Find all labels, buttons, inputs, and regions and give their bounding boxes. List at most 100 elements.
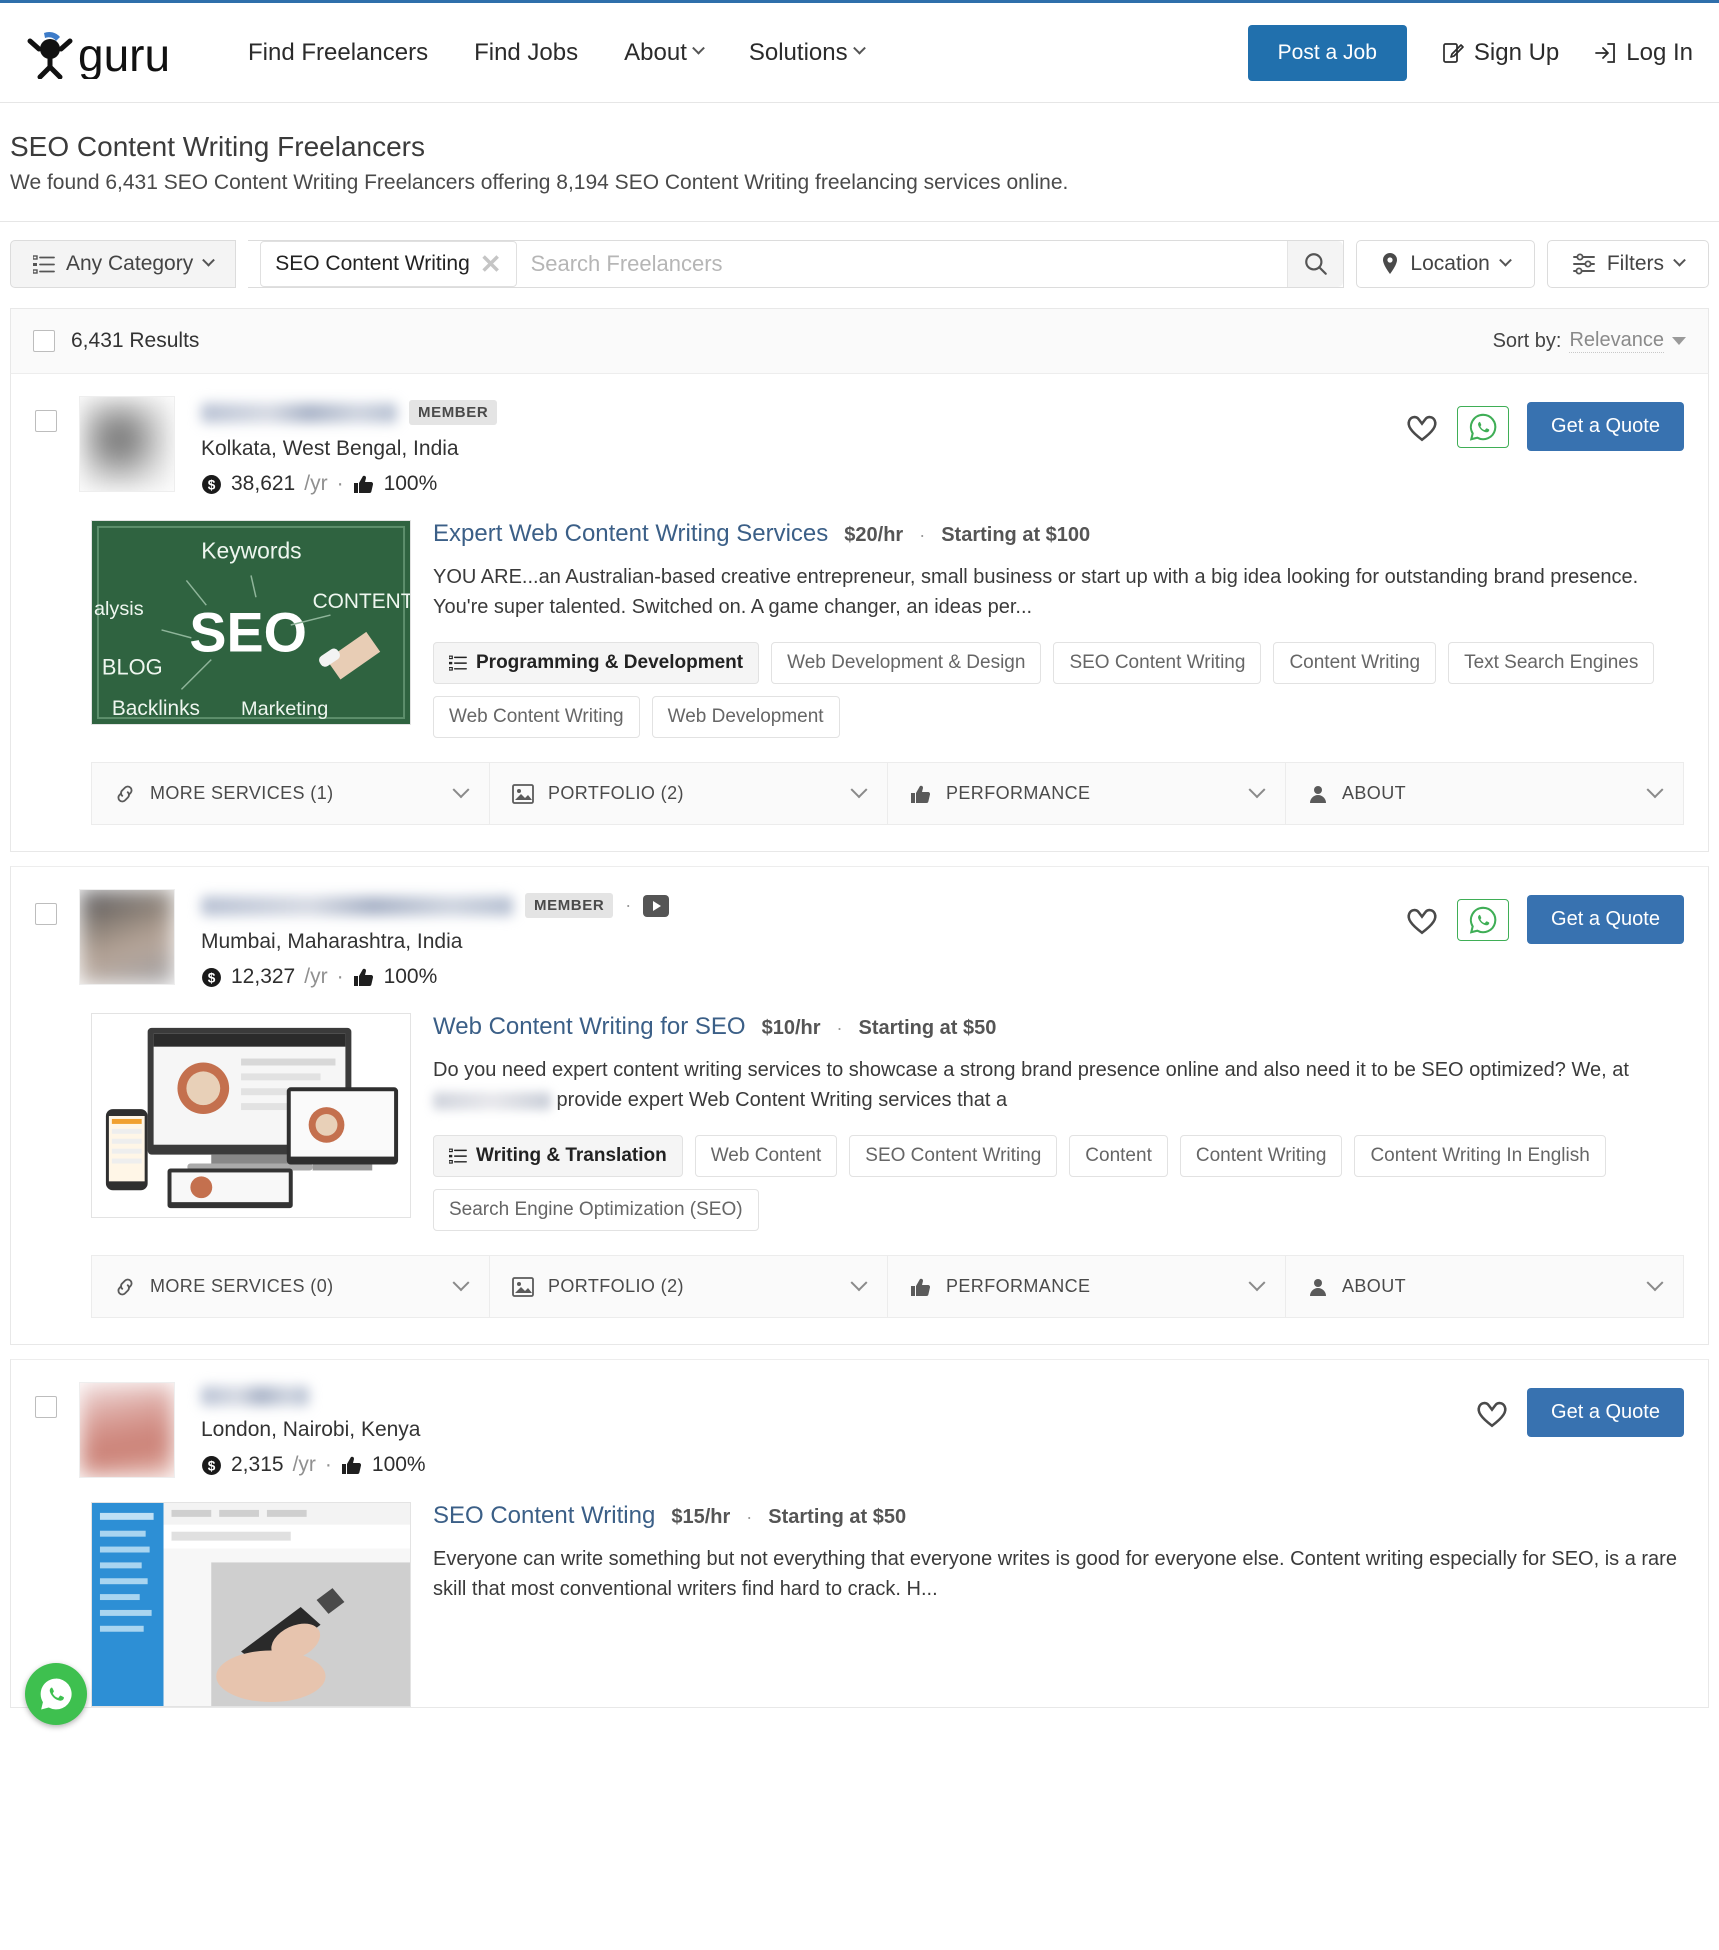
pencil-icon <box>1443 42 1464 63</box>
sort-by-dropdown[interactable]: Sort by: Relevance <box>1493 329 1686 353</box>
accordion-more-services[interactable]: MORE SERVICES (0) <box>92 1256 490 1317</box>
tag[interactable]: Content Writing <box>1273 642 1437 684</box>
accordion-portfolio[interactable]: PORTFOLIO (2) <box>490 763 888 824</box>
tag[interactable]: Content Writing In English <box>1354 1135 1606 1177</box>
service-description: Do you need expert content writing servi… <box>433 1055 1684 1115</box>
freelancer-select-checkbox[interactable] <box>35 1396 57 1418</box>
accordion-label: PERFORMANCE <box>946 783 1091 803</box>
favorite-heart-icon[interactable] <box>1405 904 1439 936</box>
tag-primary-category[interactable]: Programming & Development <box>433 642 760 684</box>
svg-text:$: $ <box>208 970 216 985</box>
list-icon <box>33 255 55 274</box>
accordion-label: PORTFOLIO (2) <box>548 1276 684 1296</box>
sign-up-link[interactable]: Sign Up <box>1441 39 1559 67</box>
tag[interactable]: SEO Content Writing <box>1053 642 1262 684</box>
selected-keyword-chip[interactable]: SEO Content Writing ✕ <box>260 241 517 287</box>
avatar-image <box>80 397 174 491</box>
nav-item-find-freelancers[interactable]: Find Freelancers <box>248 39 428 67</box>
freelancer-card: MEMBER Kolkata, West Bengal, India $ 38,… <box>10 373 1709 852</box>
freelancer-name-blurred[interactable] <box>201 1386 309 1406</box>
freelancer-identity: MEMBER · Mumbai, Maharashtra, India $ 12… <box>201 889 670 989</box>
nav-item-about[interactable]: About <box>624 39 705 67</box>
freelancer-header: MEMBER · Mumbai, Maharashtra, India $ 12… <box>35 889 1684 989</box>
service-thumbnail[interactable] <box>91 1013 411 1218</box>
search-input[interactable] <box>516 251 1288 277</box>
card-accordion: MORE SERVICES (1) PORTFOLIO (2) PERFORMA… <box>91 762 1684 825</box>
service-title-row: Web Content Writing for SEO $10/hr · Sta… <box>433 1013 1684 1041</box>
tag[interactable]: Content <box>1069 1135 1168 1177</box>
category-dropdown[interactable]: Any Category <box>10 240 237 288</box>
card-accordion: MORE SERVICES (0) PORTFOLIO (2) PERFORMA… <box>91 1255 1684 1318</box>
tag[interactable]: Content Writing <box>1179 1135 1343 1177</box>
get-a-quote-button[interactable]: Get a Quote <box>1527 1388 1684 1437</box>
search-submit-button[interactable] <box>1287 241 1344 287</box>
service-title[interactable]: SEO Content Writing <box>433 1502 655 1530</box>
header-actions: Post a Job Sign Up Log In <box>1247 24 1693 81</box>
tag[interactable]: Text Search Engines <box>1448 642 1655 684</box>
tag[interactable]: Web Content Writing <box>433 696 640 738</box>
service-title[interactable]: Web Content Writing for SEO <box>433 1013 746 1041</box>
close-icon[interactable]: ✕ <box>480 251 502 277</box>
service-listing: Keywords alysis CONTENT BLOG Backlinks M… <box>35 496 1684 738</box>
tag[interactable]: Web Content <box>694 1135 838 1177</box>
tag[interactable]: Search Engine Optimization (SEO) <box>433 1189 759 1231</box>
select-all-checkbox[interactable] <box>33 330 55 352</box>
guru-logo[interactable]: guru <box>26 27 196 79</box>
svg-text:Backlinks: Backlinks <box>112 697 200 720</box>
avatar[interactable] <box>79 889 175 985</box>
thumbs-up-icon <box>353 968 373 987</box>
svg-text:$: $ <box>208 477 216 492</box>
log-in-link[interactable]: Log In <box>1593 39 1693 67</box>
separator-dot: · <box>746 1507 753 1527</box>
favorite-heart-icon[interactable] <box>1405 411 1439 443</box>
chevron-down-icon <box>452 780 470 798</box>
tag[interactable]: Web Development <box>651 696 840 738</box>
service-details: SEO Content Writing $15/hr · Starting at… <box>433 1502 1684 1707</box>
freelancer-card: MEMBER · Mumbai, Maharashtra, India $ 12… <box>10 866 1709 1345</box>
whatsapp-button[interactable] <box>1457 898 1510 941</box>
earnings-unit: /yr <box>304 965 328 988</box>
accordion-about[interactable]: ABOUT <box>1286 763 1683 824</box>
freelancer-identity: MEMBER Kolkata, West Bengal, India $ 38,… <box>201 396 498 496</box>
separator-dot: · <box>336 472 344 495</box>
tag[interactable]: Web Development & Design <box>771 642 1042 684</box>
video-play-icon[interactable] <box>643 894 670 917</box>
login-arrow-icon <box>1595 42 1616 63</box>
member-badge: MEMBER <box>525 893 614 918</box>
freelancer-name-blurred[interactable] <box>201 895 513 916</box>
main-nav: Find Freelancers Find Jobs About Solutio… <box>248 38 866 67</box>
get-a-quote-button[interactable]: Get a Quote <box>1527 402 1684 451</box>
freelancer-select-checkbox[interactable] <box>35 903 57 925</box>
nav-item-solutions[interactable]: Solutions <box>748 38 866 67</box>
whatsapp-float-button[interactable] <box>25 1663 87 1725</box>
favorite-heart-icon[interactable] <box>1475 1397 1509 1429</box>
tag-primary-category[interactable]: Writing & Translation <box>433 1135 683 1177</box>
filters-dropdown[interactable]: Filters <box>1546 240 1709 288</box>
freelancer-name-blurred[interactable] <box>201 402 397 423</box>
service-tags: Writing & Translation Web Content SEO Co… <box>433 1135 1684 1231</box>
results-toolbar: 6,431 Results Sort by: Relevance <box>10 308 1709 373</box>
freelancer-location: Kolkata, West Bengal, India <box>201 437 459 460</box>
service-title[interactable]: Expert Web Content Writing Services <box>433 520 828 548</box>
freelancer-stats: $ 12,327 /yr · 100% <box>201 965 669 989</box>
accordion-about[interactable]: ABOUT <box>1286 1256 1683 1317</box>
location-dropdown[interactable]: Location <box>1356 240 1535 288</box>
accordion-performance[interactable]: PERFORMANCE <box>888 763 1286 824</box>
accordion-more-services[interactable]: MORE SERVICES (1) <box>92 763 490 824</box>
avatar[interactable] <box>79 1382 175 1478</box>
accordion-portfolio[interactable]: PORTFOLIO (2) <box>490 1256 888 1317</box>
get-a-quote-button[interactable]: Get a Quote <box>1527 895 1684 944</box>
card-actions: Get a Quote <box>1475 1382 1684 1437</box>
freelancer-select-checkbox[interactable] <box>35 410 57 432</box>
earnings-value: 38,621 <box>231 472 296 495</box>
service-thumbnail[interactable] <box>91 1502 411 1707</box>
post-a-job-button[interactable]: Post a Job <box>1247 24 1407 81</box>
avatar[interactable] <box>79 396 175 492</box>
chip-label: SEO Content Writing <box>275 252 470 275</box>
service-thumbnail[interactable]: Keywords alysis CONTENT BLOG Backlinks M… <box>91 520 411 725</box>
accordion-performance[interactable]: PERFORMANCE <box>888 1256 1286 1317</box>
nav-item-find-jobs[interactable]: Find Jobs <box>474 39 578 67</box>
whatsapp-button[interactable] <box>1457 405 1510 448</box>
nav-label: Solutions <box>748 38 848 66</box>
tag[interactable]: SEO Content Writing <box>849 1135 1058 1177</box>
